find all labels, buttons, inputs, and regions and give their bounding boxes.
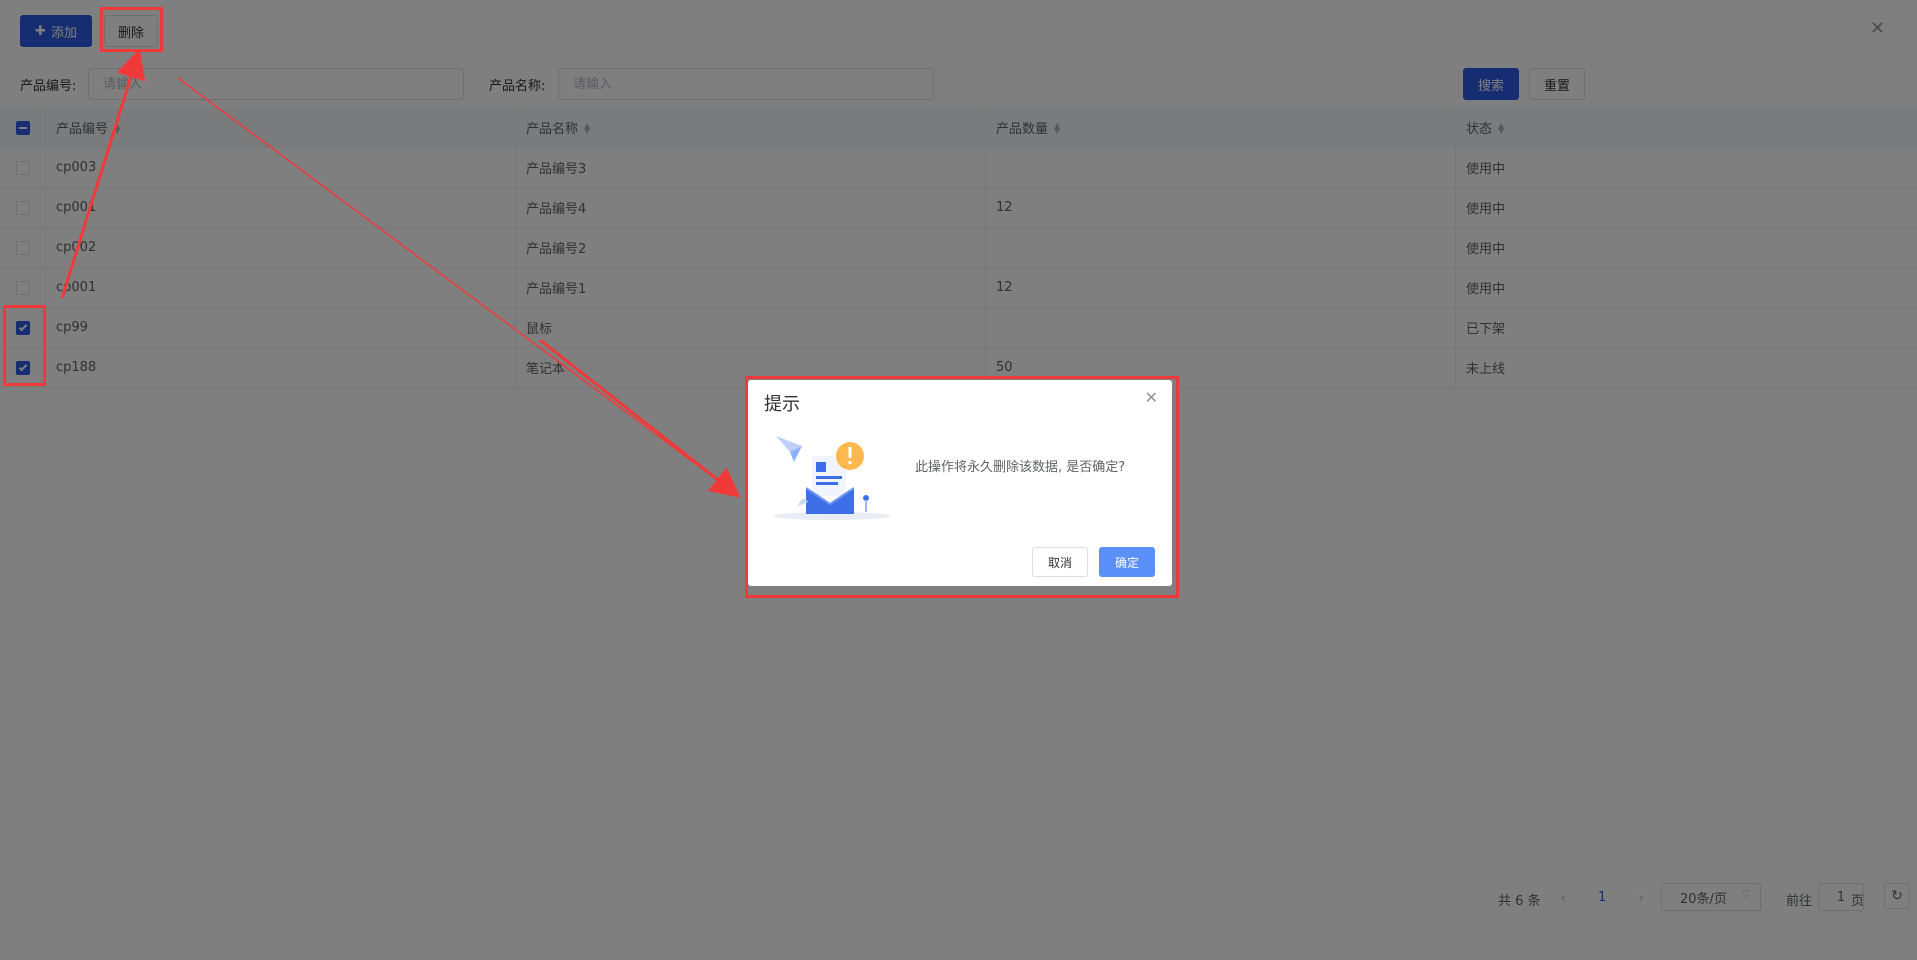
- dialog-message: 此操作将永久删除该数据, 是否确定?: [915, 460, 1126, 475]
- confirm-button[interactable]: 确定: [1099, 547, 1155, 577]
- cancel-button[interactable]: 取消: [1032, 547, 1088, 577]
- cancel-button-label: 取消: [1047, 555, 1072, 570]
- confirm-button-label: 确定: [1114, 555, 1139, 570]
- confirm-dialog: 提示 ✕ 此操作将永久删除该数据, 是否确定? 取消 确定: [748, 380, 1172, 586]
- dialog-close-icon[interactable]: ✕: [1145, 388, 1158, 407]
- dialog-title: 提示: [764, 394, 800, 415]
- mail-warning-illustration: [774, 436, 890, 520]
